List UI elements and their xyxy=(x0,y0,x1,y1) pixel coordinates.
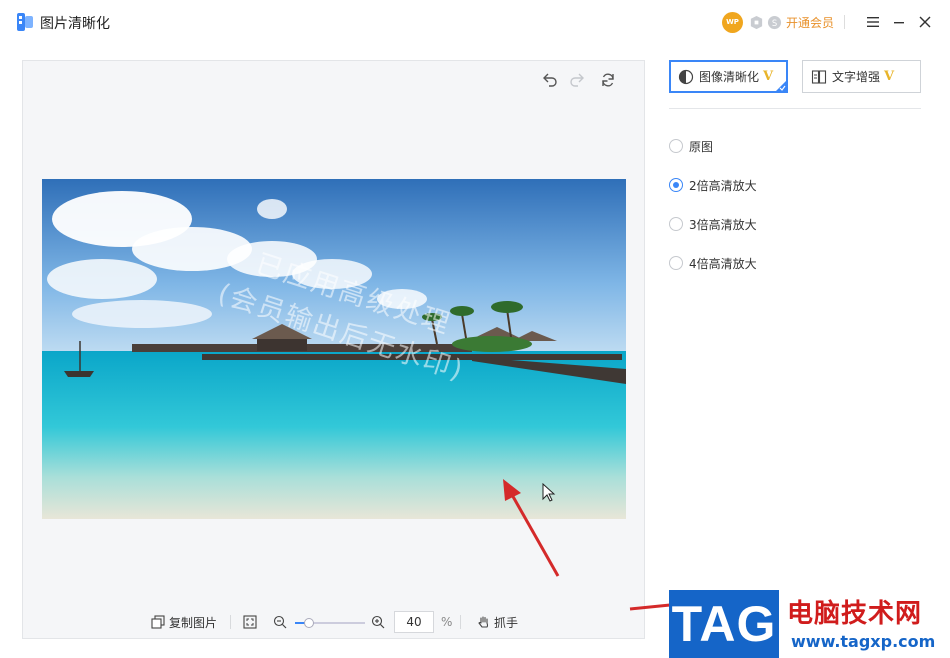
toolbar-divider xyxy=(230,615,231,629)
canvas-bottom-toolbar: 复制图片 40 % 抓手 xyxy=(23,606,646,636)
site-tag-text: TAG xyxy=(671,596,777,652)
radio-3x-upscale[interactable] xyxy=(669,217,683,231)
close-icon[interactable] xyxy=(917,14,933,30)
zoom-percent-input[interactable]: 40 xyxy=(394,611,434,633)
zoom-slider-knob[interactable] xyxy=(304,618,314,628)
text-enhance-icon xyxy=(811,69,827,84)
annotation-line xyxy=(629,603,671,611)
preview-canvas: 已应用高级处理 (会员输出后无水印) 复制图片 40 % 抓手 xyxy=(22,60,645,639)
zoom-in-icon[interactable] xyxy=(371,615,385,629)
title-divider xyxy=(844,15,846,29)
option-3x-label: 3倍高清放大 xyxy=(689,217,757,232)
radio-2x-upscale[interactable] xyxy=(669,178,683,192)
title-bar: 图片清晰化 WP S 开通会员 xyxy=(0,0,950,44)
radio-original[interactable] xyxy=(669,139,683,153)
radio-4x-upscale[interactable] xyxy=(669,256,683,270)
vip-v-icon: V xyxy=(763,69,774,84)
mode-text-enhance-label: 文字增强 xyxy=(832,70,881,84)
mode-image-enhance-button[interactable]: 图像清晰化 V xyxy=(669,60,788,93)
beach-photo xyxy=(42,179,626,519)
panel-divider xyxy=(669,108,921,109)
fit-screen-icon[interactable] xyxy=(243,615,257,629)
hand-tool-button[interactable]: 抓手 xyxy=(477,612,518,632)
site-tag-logo: TAG xyxy=(669,590,779,658)
mode-image-enhance-label: 图像清晰化 xyxy=(699,70,760,84)
hand-tool-label: 抓手 xyxy=(494,615,519,630)
option-original-label: 原图 xyxy=(689,139,714,154)
copy-image-button[interactable]: 复制图片 xyxy=(151,612,217,632)
toolbar-divider xyxy=(460,615,461,629)
site-name: 电脑技术网 xyxy=(787,599,923,629)
selected-check-icon xyxy=(775,80,787,92)
refresh-icon[interactable] xyxy=(599,71,617,89)
vip-area: WP S 开通会员 xyxy=(722,11,846,33)
app-window: 图片清晰化 WP S 开通会员 已应用高级处理 (会员输出后无水印) 复制图片 … xyxy=(0,0,950,658)
coin-icon[interactable]: S xyxy=(767,15,782,30)
option-2x-label: 2倍高清放大 xyxy=(689,178,757,193)
minimize-icon[interactable] xyxy=(891,14,907,30)
copy-icon xyxy=(151,615,165,629)
zoom-unit: % xyxy=(441,615,453,629)
option-4x-label: 4倍高清放大 xyxy=(689,256,757,271)
preview-image[interactable]: 已应用高级处理 (会员输出后无水印) xyxy=(42,179,626,519)
open-vip-link[interactable]: 开通会员 xyxy=(786,14,834,31)
site-name-block: 电脑技术网 www.tagxp.com xyxy=(779,590,950,658)
option-original[interactable]: 原图 xyxy=(669,137,713,155)
zoom-slider[interactable] xyxy=(295,618,365,628)
image-enhance-icon xyxy=(678,69,694,84)
option-2x-upscale[interactable]: 2倍高清放大 xyxy=(669,176,757,194)
redo-icon[interactable] xyxy=(569,71,587,89)
mode-text-enhance-button[interactable]: 文字增强 V xyxy=(802,60,921,93)
site-url: www.tagxp.com xyxy=(791,632,936,651)
menu-icon[interactable] xyxy=(865,14,881,30)
app-title: 图片清晰化 xyxy=(40,16,110,32)
mouse-cursor-icon xyxy=(542,483,556,502)
undo-icon[interactable] xyxy=(540,71,558,89)
wp-avatar-icon[interactable]: WP xyxy=(722,11,743,33)
option-4x-upscale[interactable]: 4倍高清放大 xyxy=(669,254,757,272)
app-logo-icon xyxy=(17,13,33,31)
option-3x-upscale[interactable]: 3倍高清放大 xyxy=(669,215,757,233)
hand-icon xyxy=(478,616,489,628)
zoom-out-icon[interactable] xyxy=(273,615,287,629)
svg-text:S: S xyxy=(772,17,777,27)
copy-image-label: 复制图片 xyxy=(169,615,218,630)
vip-v-icon: V xyxy=(884,69,895,84)
gift-icon[interactable] xyxy=(749,15,764,30)
